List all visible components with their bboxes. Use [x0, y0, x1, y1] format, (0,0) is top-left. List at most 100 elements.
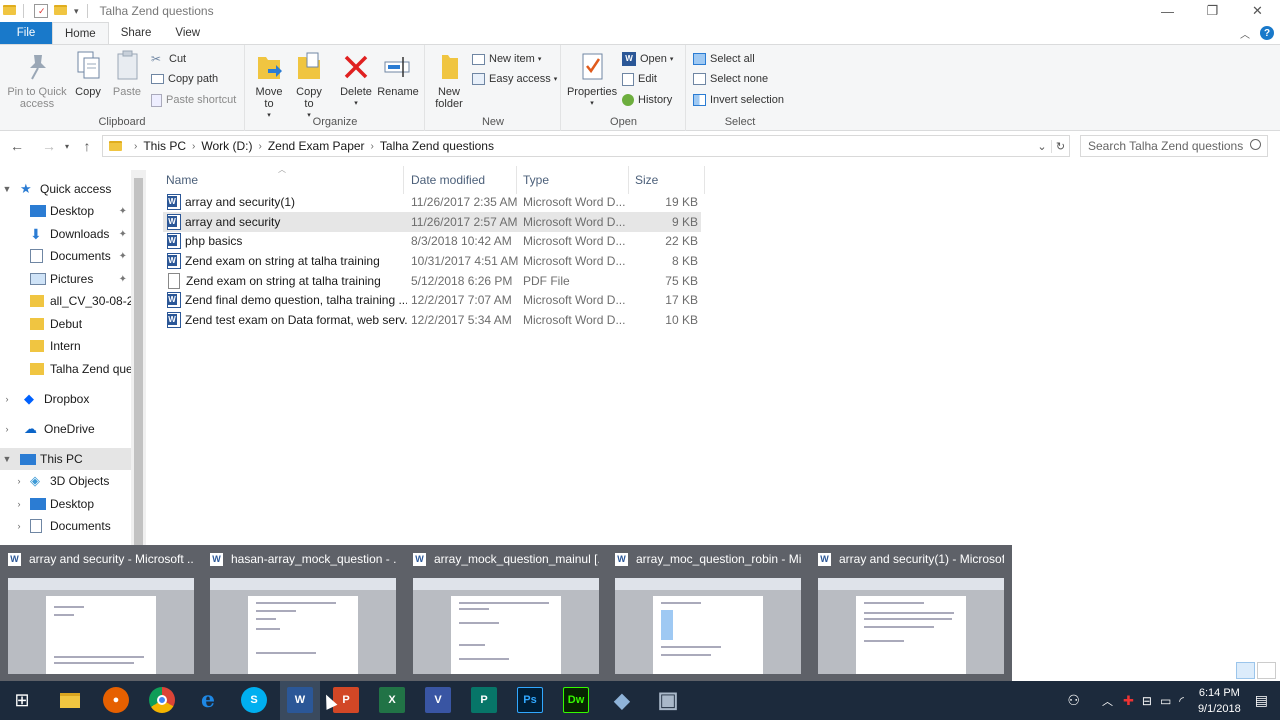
forward-arrow-icon[interactable]: → [38, 138, 60, 154]
expand-arrow-icon[interactable]: › [12, 476, 26, 486]
scrollbar-thumb[interactable] [134, 178, 143, 548]
visio-icon[interactable]: V [425, 687, 451, 713]
paste-shortcut-button[interactable]: Paste shortcut [151, 90, 236, 110]
nav-this-pc[interactable]: ▼ This PC [0, 448, 131, 470]
properties-check-icon[interactable]: ✓ [34, 4, 48, 18]
collapse-ribbon-icon[interactable]: ︿ [1240, 26, 1250, 41]
nav-pane-scrollbar[interactable] [131, 170, 146, 548]
properties-button[interactable]: Properties ▾ [567, 49, 617, 110]
tab-home[interactable]: Home [52, 22, 109, 44]
action-center-icon[interactable]: ▤ [1255, 692, 1268, 709]
breadcrumb-this-pc[interactable]: This PC [143, 139, 186, 153]
dreamweaver-icon[interactable]: Dw [563, 687, 589, 713]
customize-toolbar-chevron-icon[interactable]: ▾ [74, 6, 79, 17]
search-icon[interactable] [1250, 139, 1261, 150]
new-folder-quick-icon[interactable] [54, 4, 68, 18]
easy-access-button[interactable]: Easy access ▾ [472, 69, 557, 89]
generic-app-icon[interactable]: ▣ [655, 687, 681, 713]
show-hidden-icons-chevron-icon[interactable]: ︿ [1102, 693, 1113, 709]
paste-button[interactable]: Paste [110, 49, 144, 98]
people-icon[interactable]: ⚇ [1067, 692, 1080, 709]
nav-intern-folder[interactable]: Intern [0, 335, 131, 357]
tab-share[interactable]: Share [109, 22, 164, 44]
close-button[interactable]: ✕ [1235, 0, 1280, 22]
help-icon[interactable]: ? [1260, 26, 1274, 40]
breadcrumb-talha-zend-questions[interactable]: Talha Zend questions [380, 139, 494, 153]
back-arrow-icon[interactable]: ← [6, 138, 28, 154]
expand-arrow-icon[interactable]: › [12, 499, 26, 509]
expand-arrow-icon[interactable]: › [12, 521, 26, 531]
photoshop-icon[interactable]: Ps [517, 687, 543, 713]
breadcrumb-work-d[interactable]: Work (D:) [201, 139, 252, 153]
publisher-icon[interactable]: P [471, 687, 497, 713]
preview-window-2[interactable]: Whasan-array_mock_question - ... [202, 545, 402, 681]
nav-desktop[interactable]: Desktop ✦ [0, 200, 131, 222]
skype-icon[interactable]: S [241, 687, 267, 713]
nav-documents[interactable]: Documents ✦ [0, 245, 131, 267]
column-header-name[interactable]: Name ︿ [160, 165, 404, 194]
edit-button[interactable]: Edit [622, 69, 657, 89]
maximize-button[interactable]: ❐ [1190, 0, 1235, 22]
history-button[interactable]: History [622, 90, 672, 110]
open-button[interactable]: W Open ▾ [622, 49, 673, 69]
collapse-arrow-icon[interactable]: ▼ [0, 454, 14, 464]
new-item-button[interactable]: New item ▾ [472, 49, 541, 69]
pin-to-quick-access-button[interactable]: Pin to Quick access [4, 49, 70, 110]
tab-view[interactable]: View [163, 22, 212, 44]
recent-locations-chevron-icon[interactable]: ▾ [60, 142, 74, 151]
expand-arrow-icon[interactable]: › [0, 424, 14, 434]
file-explorer-icon[interactable] [57, 687, 83, 713]
start-windows-icon[interactable]: ⊞ [9, 687, 35, 713]
collapse-arrow-icon[interactable]: ▼ [0, 184, 14, 194]
file-row[interactable]: Zend exam on string at talha training 5/… [163, 271, 701, 291]
word-icon[interactable]: W [287, 687, 313, 713]
file-row-selected[interactable]: array and security 11/26/2017 2:57 AM Mi… [163, 212, 701, 232]
address-bar[interactable]: › This PC › Work (D:) › Zend Exam Paper … [102, 135, 1070, 157]
file-row[interactable]: Zend exam on string at talha training 10… [163, 251, 701, 271]
file-row[interactable]: php basics 8/3/2018 10:42 AM Microsoft W… [163, 231, 701, 251]
preview-window-1[interactable]: Warray and security - Microsoft ... [0, 545, 200, 681]
network-ethernet-icon[interactable]: ⊟ [1142, 694, 1152, 708]
nav-pc-desktop[interactable]: › Desktop [0, 493, 131, 515]
wifi-icon[interactable]: ◜ [1179, 694, 1184, 708]
large-icons-view-icon[interactable] [1257, 662, 1276, 679]
copy-path-button[interactable]: Copy path [151, 69, 218, 89]
expand-arrow-icon[interactable]: › [0, 394, 14, 404]
preview-window-5[interactable]: Warray and security(1) - Microsof... [810, 545, 1010, 681]
search-input[interactable]: Search Talha Zend questions [1080, 135, 1268, 157]
firefox-icon[interactable]: ● [103, 687, 129, 713]
chrome-icon[interactable] [149, 687, 175, 713]
breadcrumb-zend-exam-paper[interactable]: Zend Exam Paper [268, 139, 365, 153]
delete-button[interactable]: Delete ▾ [340, 49, 372, 110]
address-dropdown-icon[interactable]: ⌄ [1033, 140, 1051, 153]
file-row[interactable]: Zend test exam on Data format, web serv.… [163, 310, 701, 330]
file-row[interactable]: array and security(1) 11/26/2017 2:35 AM… [163, 192, 701, 212]
move-to-button[interactable]: Move to ▾ [254, 49, 284, 122]
nav-downloads[interactable]: ⬇ Downloads ✦ [0, 223, 131, 245]
edge-icon[interactable]: e [195, 687, 221, 713]
file-row[interactable]: Zend final demo question, talha training… [163, 290, 701, 310]
details-view-icon[interactable] [1236, 662, 1255, 679]
nav-3d-objects[interactable]: › ◈ 3D Objects [0, 470, 131, 492]
copy-button[interactable]: Copy [72, 49, 104, 98]
generic-app-icon[interactable]: ◆ [609, 687, 635, 713]
nav-talha-folder[interactable]: Talha Zend questions [0, 358, 131, 380]
clock[interactable]: 6:14 PM 9/1/2018 [1198, 685, 1241, 717]
preview-window-4[interactable]: Warray_moc_question_robin - Mi... [607, 545, 807, 681]
nav-dropbox[interactable]: › ◆ Dropbox [0, 388, 131, 410]
nav-debut-folder[interactable]: Debut [0, 313, 131, 335]
cut-button[interactable]: ✂ Cut [151, 49, 186, 69]
select-all-button[interactable]: Select all [693, 49, 755, 69]
column-header-size[interactable]: Size [629, 166, 705, 194]
new-folder-button[interactable]: New folder [432, 49, 466, 110]
powerpoint-icon[interactable]: P [333, 687, 359, 713]
nav-pc-documents[interactable]: › Documents [0, 515, 131, 537]
nav-quick-access[interactable]: ▼ ★ Quick access [0, 178, 131, 200]
column-header-date[interactable]: Date modified [405, 166, 517, 194]
refresh-icon[interactable]: ↻ [1051, 139, 1069, 153]
select-none-button[interactable]: Select none [693, 69, 768, 89]
copy-to-button[interactable]: Copy to ▾ [294, 49, 324, 122]
antivirus-icon[interactable]: ✚ [1123, 693, 1134, 709]
up-arrow-icon[interactable]: ↑ [76, 138, 98, 154]
nav-all-cv-folder[interactable]: all_CV_30-08-2018 [0, 290, 131, 312]
